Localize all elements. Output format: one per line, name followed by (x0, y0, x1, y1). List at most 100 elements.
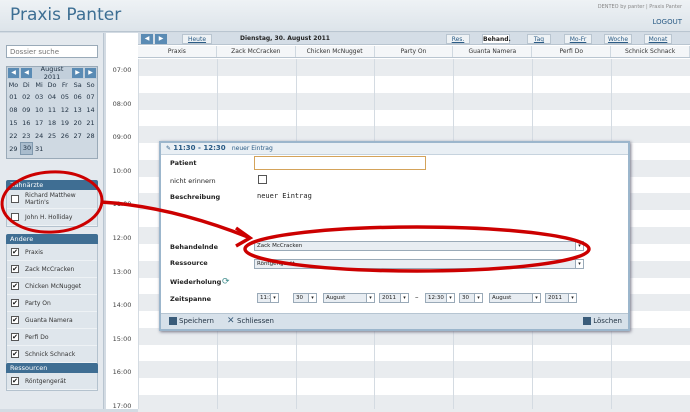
delete-button[interactable]: Löschen (583, 317, 622, 325)
calendar-day[interactable]: 12 (58, 103, 71, 116)
ressource-select[interactable]: Röntgengerät▾ (254, 259, 584, 269)
calendar-day[interactable]: 18 (46, 116, 59, 129)
prev-month-button[interactable]: ◀ (21, 68, 32, 78)
calendar-day[interactable]: 08 (7, 103, 20, 116)
start-month-select[interactable]: August▾ (323, 293, 375, 303)
start-year-select[interactable]: 2011▾ (379, 293, 409, 303)
filter-item[interactable]: Richard Matthew Martin's (7, 190, 97, 209)
dialog-subtitle: neuer Eintrag (232, 145, 273, 152)
time-slot-row[interactable] (138, 93, 690, 110)
checkbox-checked[interactable]: ✔ (11, 333, 19, 341)
dossier-search-input[interactable] (6, 45, 98, 58)
tab-res[interactable]: Res. (446, 34, 470, 44)
tab-woche[interactable]: Woche (604, 34, 632, 44)
calendar-day[interactable]: 05 (58, 90, 71, 103)
calendar-day[interactable]: 11 (46, 103, 59, 116)
calendar-day[interactable]: 07 (84, 90, 97, 103)
repeat-icon[interactable]: ⟳ (222, 277, 230, 287)
calendar-day[interactable]: 28 (84, 129, 97, 142)
filter-item[interactable]: ✔Röntgengerät (7, 373, 97, 390)
start-day-select[interactable]: 30▾ (293, 293, 317, 303)
calendar-day[interactable]: 23 (20, 129, 33, 142)
filter-item[interactable]: ✔Schnick Schnack (7, 346, 97, 363)
calendar-day[interactable]: 09 (20, 103, 33, 116)
behandelnde-select[interactable]: Zack McCracken▾ (254, 241, 584, 251)
calendar-day[interactable]: 06 (71, 90, 84, 103)
checkbox-checked[interactable]: ✔ (11, 282, 19, 290)
end-year-select[interactable]: 2011▾ (545, 293, 577, 303)
chevron-down-icon: ▾ (400, 294, 408, 302)
calendar-day[interactable]: 02 (20, 90, 33, 103)
calendar-day[interactable]: 20 (71, 116, 84, 129)
calendar-day[interactable]: 27 (71, 129, 84, 142)
time-slot-row[interactable] (138, 76, 690, 93)
close-button[interactable]: ✕Schliessen (227, 317, 274, 325)
time-slot-row[interactable] (138, 109, 690, 126)
tab-tag[interactable]: Tag (527, 34, 551, 44)
weekday-label: Mo (7, 79, 20, 90)
nicht-erinnern-checkbox[interactable] (258, 175, 267, 184)
tab-monat[interactable]: Monat (644, 34, 672, 44)
checkbox-checked[interactable]: ✔ (11, 350, 19, 358)
calendar-day[interactable]: 29 (7, 142, 20, 155)
end-time-select[interactable]: 12:30▾ (425, 293, 455, 303)
calendar-day[interactable]: 24 (33, 129, 46, 142)
filter-item[interactable]: ✔Zack McCracken (7, 261, 97, 278)
calendar-day[interactable]: 15 (7, 116, 20, 129)
logout-link[interactable]: LOGOUT (653, 18, 683, 26)
filter-item[interactable]: ✔Party On (7, 295, 97, 312)
calendar-day[interactable]: 13 (71, 103, 84, 116)
patient-input[interactable] (254, 156, 426, 170)
today-button[interactable]: Heute (182, 34, 212, 44)
prev-day-button[interactable]: ◀ (141, 34, 153, 44)
checkbox[interactable] (11, 195, 19, 203)
filter-item[interactable]: ✔ Praxis (7, 244, 97, 261)
calendar-day[interactable]: 21 (84, 116, 97, 129)
time-slot-row[interactable] (138, 378, 690, 395)
calendar-day-selected[interactable]: 30 (20, 142, 33, 155)
chevron-down-icon[interactable]: ▾ (575, 242, 583, 250)
beschreibung-value[interactable]: neuer Eintrag (257, 192, 312, 200)
calendar-day[interactable]: 26 (58, 129, 71, 142)
time-slot-row[interactable] (138, 345, 690, 362)
checkbox-checked[interactable]: ✔ (11, 316, 19, 324)
checkbox-checked[interactable]: ✔ (11, 265, 19, 273)
filter-item[interactable]: ✔Guanta Namera (7, 312, 97, 329)
start-time-select[interactable]: 11:30▾ (257, 293, 279, 303)
time-slot-row[interactable] (138, 395, 690, 412)
calendar-day[interactable]: 04 (46, 90, 59, 103)
calendar-day[interactable]: 17 (33, 116, 46, 129)
next-day-button[interactable]: ▶ (155, 34, 167, 44)
calendar-day[interactable]: 22 (7, 129, 20, 142)
end-month-select[interactable]: August▾ (489, 293, 541, 303)
checkbox[interactable] (11, 213, 19, 221)
tab-mo-fr[interactable]: Mo-Fr (564, 34, 592, 44)
column-header: Praxis Zack McCracken Chicken McNugget P… (138, 46, 690, 58)
filter-item-label: Praxis (25, 249, 43, 256)
save-button[interactable]: Speichern (169, 317, 214, 325)
next-year-button[interactable]: ▶ (85, 68, 96, 78)
filter-item[interactable]: ✔Perfi Do (7, 329, 97, 346)
checkbox-checked[interactable]: ✔ (11, 299, 19, 307)
chevron-down-icon[interactable]: ▾ (575, 260, 583, 268)
tab-behand[interactable]: Behand. (482, 34, 510, 44)
calendar-day[interactable]: 19 (58, 116, 71, 129)
prev-year-button[interactable]: ◀ (8, 68, 19, 78)
calendar-day[interactable]: 25 (46, 129, 59, 142)
time-label: 16:00 (108, 368, 136, 376)
next-month-button[interactable]: ▶ (72, 68, 83, 78)
filter-item[interactable]: John H. Holliday (7, 209, 97, 226)
calendar-day[interactable]: 16 (20, 116, 33, 129)
checkbox-checked[interactable]: ✔ (11, 248, 19, 256)
calendar-day[interactable]: 03 (33, 90, 46, 103)
time-slot-row[interactable] (138, 361, 690, 378)
filter-item-label: Chicken McNugget (25, 283, 81, 290)
calendar-day[interactable]: 10 (33, 103, 46, 116)
end-day-select[interactable]: 30▾ (459, 293, 483, 303)
calendar-day[interactable]: 14 (84, 103, 97, 116)
time-slot-row[interactable] (138, 59, 690, 76)
calendar-day[interactable]: 01 (7, 90, 20, 103)
checkbox-checked[interactable]: ✔ (11, 377, 19, 385)
filter-item[interactable]: ✔ Chicken McNugget (7, 278, 97, 295)
calendar-day[interactable]: 31 (33, 142, 46, 155)
